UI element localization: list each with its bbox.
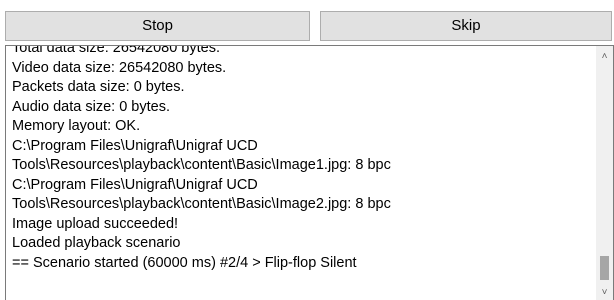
log-line: C:\Program Files\Unigraf\Unigraf UCD bbox=[12, 176, 258, 193]
chevron-up-icon[interactable]: ˄ bbox=[596, 48, 613, 65]
stop-button[interactable]: Stop bbox=[5, 11, 310, 41]
log-output[interactable]: Total data size: 26542080 bytes. Video d… bbox=[5, 45, 614, 300]
log-line: Memory layout: OK. bbox=[12, 118, 141, 134]
log-line: Packets data size: 0 bytes. bbox=[12, 79, 185, 95]
log-line: Audio data size: 0 bytes. bbox=[12, 98, 170, 115]
skip-button[interactable]: Skip bbox=[320, 11, 612, 41]
scrollbar-thumb[interactable] bbox=[600, 256, 609, 280]
log-line: Image upload succeeded! bbox=[12, 215, 179, 232]
log-line: C:\Program Files\Unigraf\Unigraf UCD bbox=[12, 137, 258, 154]
log-line: Tools\Resources\playback\content\Basic\I… bbox=[12, 196, 391, 212]
log-line: Total data size: 26542080 bytes. bbox=[12, 45, 220, 56]
log-line: Tools\Resources\playback\content\Basic\I… bbox=[12, 157, 391, 173]
chevron-down-icon[interactable]: ˅ bbox=[596, 284, 613, 300]
log-lines: Total data size: 26542080 bytes. Video d… bbox=[12, 45, 597, 273]
playback-panel: Stop Skip Total data size: 26542080 byte… bbox=[0, 0, 614, 300]
log-line: Video data size: 26542080 bytes. bbox=[12, 59, 227, 76]
log-line: Loaded playback scenario bbox=[12, 235, 181, 251]
log-line: == Scenario started (60000 ms) #2/4 > Fl… bbox=[12, 254, 357, 271]
vertical-scrollbar[interactable]: ˄ ˅ bbox=[596, 46, 613, 300]
